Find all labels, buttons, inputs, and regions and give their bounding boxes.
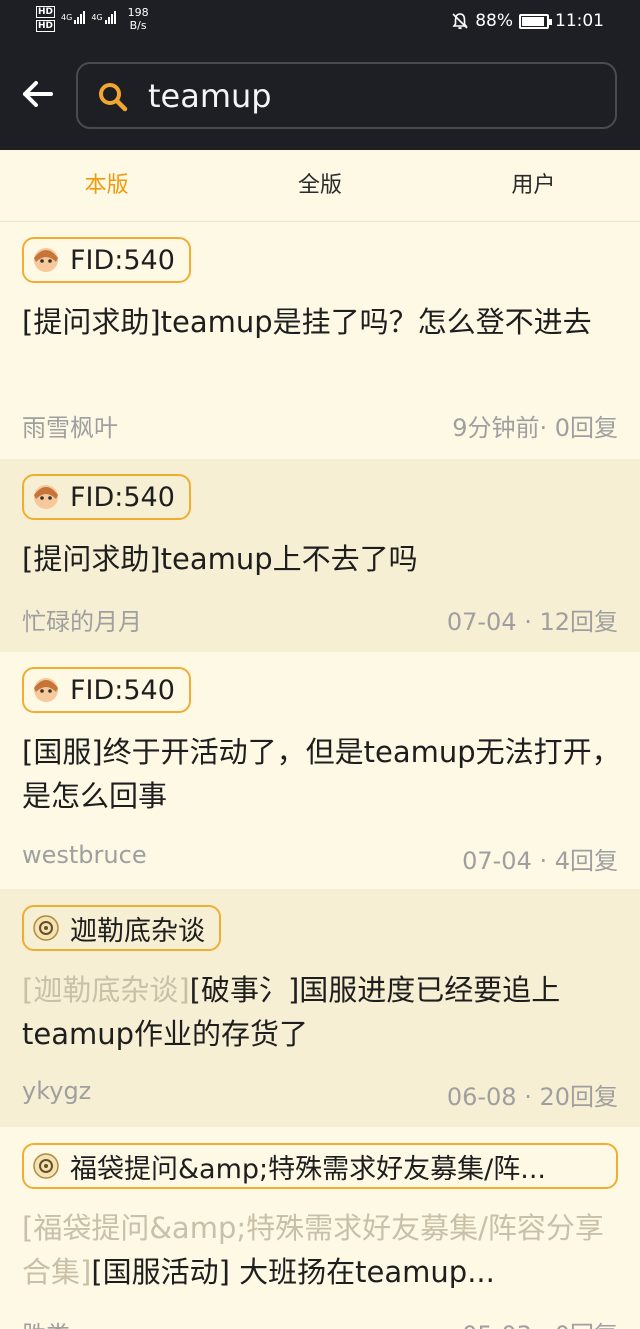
status-bar: HD HD 4G 4G 198 B/s 88% 11:01 <box>0 0 640 44</box>
battery-percent: 88% <box>475 11 513 31</box>
post-author[interactable]: westbruce <box>22 841 147 876</box>
post-author[interactable]: 雨雪枫叶 <box>22 408 118 443</box>
post-meta: westbruce 07-04 · 4回复 <box>22 841 618 876</box>
status-right: 88% 11:01 <box>451 11 604 31</box>
avatar-icon <box>34 485 58 509</box>
list-item[interactable]: FID:540 [提问求助]teamup是挂了吗？怎么登不进去 雨雪枫叶 9分钟… <box>0 222 640 459</box>
post-stats: 05-03 · 0回复 <box>462 1315 618 1329</box>
avatar-icon <box>34 248 58 272</box>
signal-2: 4G <box>91 10 116 24</box>
search-header <box>0 44 640 150</box>
list-item[interactable]: FID:540 [国服]终于开活动了，但是teamup无法打开，是怎么回事 we… <box>0 652 640 889</box>
avatar-icon <box>34 678 58 702</box>
post-meta: ykygz 06-08 · 20回复 <box>22 1077 618 1112</box>
list-item[interactable]: 迦勒底杂谈 [迦勒底杂谈][破事氵]国服进度已经要追上teamup作业的存货了 … <box>0 889 640 1127</box>
list-item[interactable]: 福袋提问&amp;特殊需求好友募集/阵... [福袋提问&amp;特殊需求好友募… <box>0 1127 640 1329</box>
hd-indicator: HD HD <box>36 6 56 32</box>
status-left: HD HD 4G 4G 198 B/s <box>36 6 149 32</box>
battery-icon <box>519 13 552 29</box>
post-stats: 07-04 · 4回复 <box>462 847 618 875</box>
post-title[interactable]: [迦勒底杂谈][破事氵]国服进度已经要追上teamup作业的存货了 <box>22 968 622 1056</box>
bell-muted-icon <box>452 13 468 30</box>
post-author[interactable]: 胜粪 › <box>22 1315 87 1329</box>
tab-users[interactable]: 用户 <box>427 150 640 221</box>
tab-this-board[interactable]: 本版 <box>0 150 213 221</box>
post-stats: 06-08 · 20回复 <box>446 1083 618 1111</box>
forum-emblem-icon <box>33 1153 59 1179</box>
forum-tag[interactable]: 福袋提问&amp;特殊需求好友募集/阵... <box>22 1143 618 1189</box>
forum-tag[interactable]: FID:540 <box>22 667 191 713</box>
clock: 11:01 <box>555 11 604 31</box>
post-meta: 雨雪枫叶 9分钟前· 0回复 <box>22 408 618 443</box>
post-title[interactable]: [国服]终于开活动了，但是teamup无法打开，是怎么回事 <box>22 730 622 818</box>
back-button[interactable] <box>18 74 58 114</box>
forum-emblem-icon <box>33 915 59 941</box>
search-input[interactable] <box>148 78 588 114</box>
forum-tag[interactable]: FID:540 <box>22 474 191 520</box>
post-title[interactable]: [提问求助]teamup上不去了吗 <box>22 537 622 581</box>
post-stats: 9分钟前· 0回复 <box>452 414 618 442</box>
search-scope-tabs: 本版 全版 用户 <box>0 150 640 222</box>
post-meta: 胜粪 › 05-03 · 0回复 <box>22 1315 618 1329</box>
list-item[interactable]: FID:540 [提问求助]teamup上不去了吗 忙碌的月月 07-04 · … <box>0 459 640 652</box>
signal-bars-icon <box>104 10 116 24</box>
search-field[interactable] <box>76 62 617 129</box>
post-stats: 07-04 · 12回复 <box>446 608 618 636</box>
post-author[interactable]: ykygz <box>22 1077 91 1112</box>
network-speed: 198 B/s <box>127 6 149 32</box>
signal-bars-icon <box>74 10 86 24</box>
tab-all-boards[interactable]: 全版 <box>213 150 426 221</box>
forum-tag[interactable]: 迦勒底杂谈 <box>22 905 221 951</box>
post-title[interactable]: [福袋提问&amp;特殊需求好友募集/阵容分享合集][国服活动] 大班扬在tea… <box>22 1206 622 1294</box>
post-meta: 忙碌的月月 07-04 · 12回复 <box>22 602 618 637</box>
signal-1: 4G <box>61 10 86 24</box>
post-title[interactable]: [提问求助]teamup是挂了吗？怎么登不进去 <box>22 300 622 344</box>
forum-tag[interactable]: FID:540 <box>22 237 191 283</box>
post-author[interactable]: 忙碌的月月 <box>22 602 142 637</box>
search-icon <box>99 83 128 112</box>
arrow-left-icon <box>23 81 53 107</box>
